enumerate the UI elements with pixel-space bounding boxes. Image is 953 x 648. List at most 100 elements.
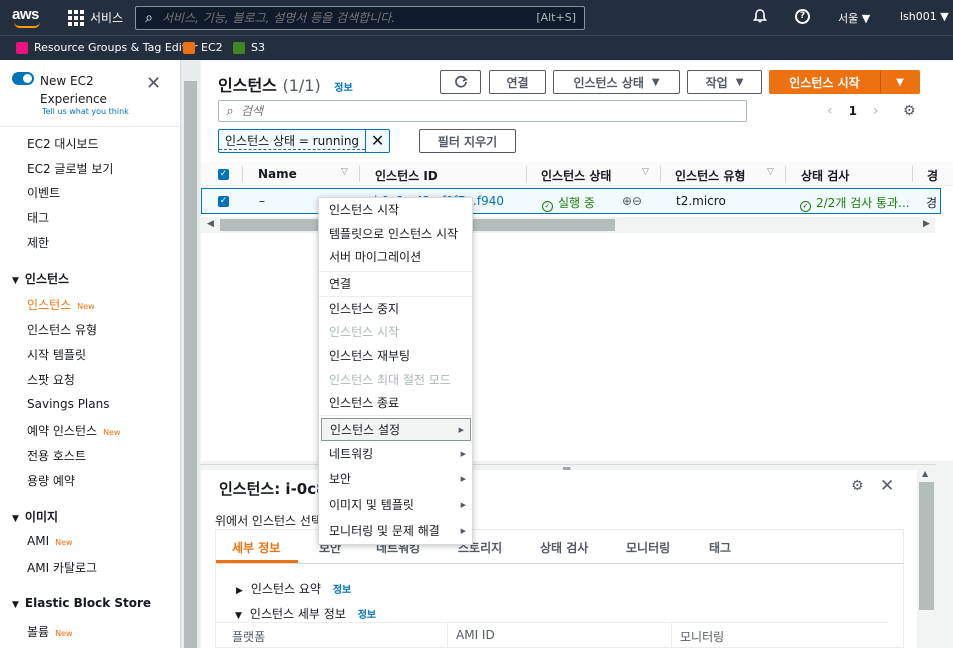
table-row[interactable]: ✓ – i-0c8...42...f9f7...f940 ✓실행 중 ⊕⊖ t2…	[201, 188, 941, 214]
menu-item[interactable]: 네트워킹 ▶	[319, 443, 472, 466]
sidebar-item[interactable]: AMI New	[27, 534, 73, 548]
submenu-arrow-icon: ▶	[460, 501, 466, 509]
prev-page-icon[interactable]: ‹	[827, 103, 833, 119]
feedback-link[interactable]: Tell us what you think	[42, 107, 129, 116]
sidebar-item[interactable]: Savings Plans	[27, 397, 109, 411]
gear-icon[interactable]: ⚙	[903, 103, 916, 119]
help-icon[interactable]: ?	[795, 9, 810, 24]
sidebar-section-instances[interactable]: ▼ 인스턴스	[12, 270, 69, 287]
next-page-icon[interactable]: ›	[873, 103, 879, 119]
close-icon[interactable]: ✕	[146, 75, 161, 93]
column-instance-state[interactable]: 인스턴스 상태	[541, 167, 611, 184]
grid-icon	[68, 9, 84, 26]
sidebar-item[interactable]: 태그	[27, 209, 49, 226]
close-icon[interactable]: ✕	[880, 476, 894, 496]
info-link[interactable]: 정보	[334, 83, 352, 94]
favorite-item[interactable]: Resource Groups & Tag Editor	[16, 41, 197, 54]
page-number[interactable]: 1	[849, 104, 857, 118]
clear-filters-button[interactable]: 필터 지우기	[419, 129, 516, 153]
menu-item[interactable]: 인스턴스 설정 ▶	[321, 418, 471, 441]
sidebar-section-images[interactable]: ▼ 이미지	[12, 508, 58, 525]
menu-item[interactable]: 인스턴스 중지	[319, 298, 472, 321]
row-checkbox[interactable]: ✓	[218, 196, 229, 207]
menu-item[interactable]: 인스턴스 재부팅	[319, 345, 472, 368]
tab-monitoring[interactable]: 모니터링	[626, 539, 670, 556]
new-experience-toggle[interactable]	[12, 72, 34, 85]
menu-item[interactable]: 이미지 및 템플릿 ▶	[319, 494, 472, 517]
refresh-button[interactable]	[440, 70, 481, 94]
sidebar-item[interactable]: EC2 대시보드	[27, 135, 99, 152]
tab-details[interactable]: 세부 정보	[232, 539, 280, 556]
search-icon: ⌕	[145, 10, 153, 26]
section-instance-summary[interactable]: ▶ 인스턴스 요약 정보	[236, 580, 351, 597]
sidebar: New EC2 Experience Tell us what you thin…	[0, 60, 181, 648]
menu-item[interactable]: 연결	[319, 273, 472, 296]
launch-instance-button[interactable]: 인스턴스 시작	[769, 70, 880, 94]
scroll-right-icon[interactable]: ▶	[923, 219, 930, 229]
column-name[interactable]: Name	[258, 167, 297, 181]
caret-down-icon: ▼	[896, 76, 904, 88]
menu-item[interactable]: 모니터링 및 문제 해결 ▶	[319, 520, 472, 543]
connect-button[interactable]: 연결	[489, 70, 546, 94]
details-subtitle: 위에서 인스턴스 선택	[215, 514, 322, 528]
scroll-up-icon[interactable]: ▲	[922, 469, 928, 478]
sidebar-item[interactable]: 전용 호스트	[27, 447, 86, 464]
column-instance-type[interactable]: 인스턴스 유형	[675, 167, 745, 184]
sidebar-item[interactable]: 예약 인스턴스 New	[27, 422, 121, 439]
sidebar-item[interactable]: EC2 글로벌 보기	[27, 160, 113, 177]
actions-button[interactable]: 작업 ▼	[687, 70, 762, 94]
sidebar-item[interactable]: 볼륨 New	[27, 623, 73, 640]
sort-icon[interactable]: ▽	[767, 167, 774, 177]
sidebar-item[interactable]: 인스턴스 유형	[27, 321, 97, 338]
info-link[interactable]: 정보	[333, 585, 351, 596]
filter-chip: 인스턴스 상태 = running ✕	[218, 129, 391, 153]
aws-logo[interactable]: aws	[12, 6, 46, 30]
menu-item[interactable]: 서버 마이그레이션	[319, 246, 472, 269]
launch-dropdown-button[interactable]: ▼	[880, 70, 920, 94]
zoom-icons[interactable]: ⊕⊖	[622, 194, 642, 208]
instance-filter[interactable]: ⌕	[218, 100, 747, 122]
tab-tags[interactable]: 태그	[709, 539, 731, 556]
account-menu[interactable]: lsh001 ▼	[900, 10, 949, 23]
menu-item[interactable]: 템플릿으로 인스턴스 시작	[319, 223, 472, 246]
remove-filter-icon[interactable]: ✕	[365, 130, 389, 152]
sort-icon[interactable]: ▽	[642, 167, 649, 177]
section-instance-details[interactable]: ▼ 인스턴스 세부 정보 정보	[235, 605, 376, 622]
sidebar-scrollbar[interactable]	[181, 60, 200, 648]
column-alarm[interactable]: 경	[927, 167, 938, 184]
select-all-checkbox[interactable]: ✓	[218, 169, 229, 180]
refresh-icon	[454, 75, 468, 88]
sidebar-section-ebs[interactable]: ▼ Elastic Block Store	[12, 596, 151, 610]
new-badge: New	[55, 629, 73, 638]
menu-item[interactable]: 보안 ▶	[319, 468, 472, 491]
favorite-item[interactable]: EC2	[183, 41, 223, 54]
sidebar-item[interactable]: 인스턴스 New	[27, 296, 95, 313]
instance-state-button[interactable]: 인스턴스 상태 ▼	[553, 70, 680, 94]
favorite-item[interactable]: S3	[233, 41, 265, 54]
search-input[interactable]	[162, 11, 522, 25]
services-menu-button[interactable]: 서비스	[68, 9, 123, 26]
sidebar-item[interactable]: 용량 예약	[27, 472, 75, 489]
info-link[interactable]: 정보	[358, 610, 376, 621]
sort-icon[interactable]: ▽	[341, 167, 348, 177]
gear-icon[interactable]: ⚙	[851, 478, 864, 494]
filter-chip-label[interactable]: 인스턴스 상태 = running	[219, 132, 366, 150]
scroll-left-icon[interactable]: ◀	[207, 219, 214, 229]
tab-status-checks[interactable]: 상태 검사	[540, 539, 588, 556]
sidebar-item[interactable]: AMI 카탈로그	[27, 559, 97, 576]
global-search[interactable]: ⌕ [Alt+S]	[135, 6, 585, 30]
table-horizontal-scrollbar[interactable]: ◀ ▶	[201, 217, 935, 233]
details-scrollbar[interactable]: ▲	[917, 466, 936, 648]
column-instance-id[interactable]: 인스턴스 ID	[375, 167, 438, 184]
column-status-check[interactable]: 상태 검사	[801, 167, 849, 184]
service-icon	[183, 41, 195, 54]
menu-item[interactable]: 인스턴스 시작	[319, 199, 472, 222]
sidebar-item[interactable]: 이벤트	[27, 184, 60, 201]
sidebar-item[interactable]: 제한	[27, 234, 49, 251]
sidebar-item[interactable]: 스팟 요청	[27, 371, 75, 388]
menu-item[interactable]: 인스턴스 종료	[319, 392, 472, 415]
sidebar-item[interactable]: 시작 템플릿	[27, 346, 86, 363]
bell-icon[interactable]	[752, 8, 768, 27]
filter-input[interactable]	[241, 104, 721, 118]
region-selector[interactable]: 서울 ▼	[838, 10, 870, 26]
